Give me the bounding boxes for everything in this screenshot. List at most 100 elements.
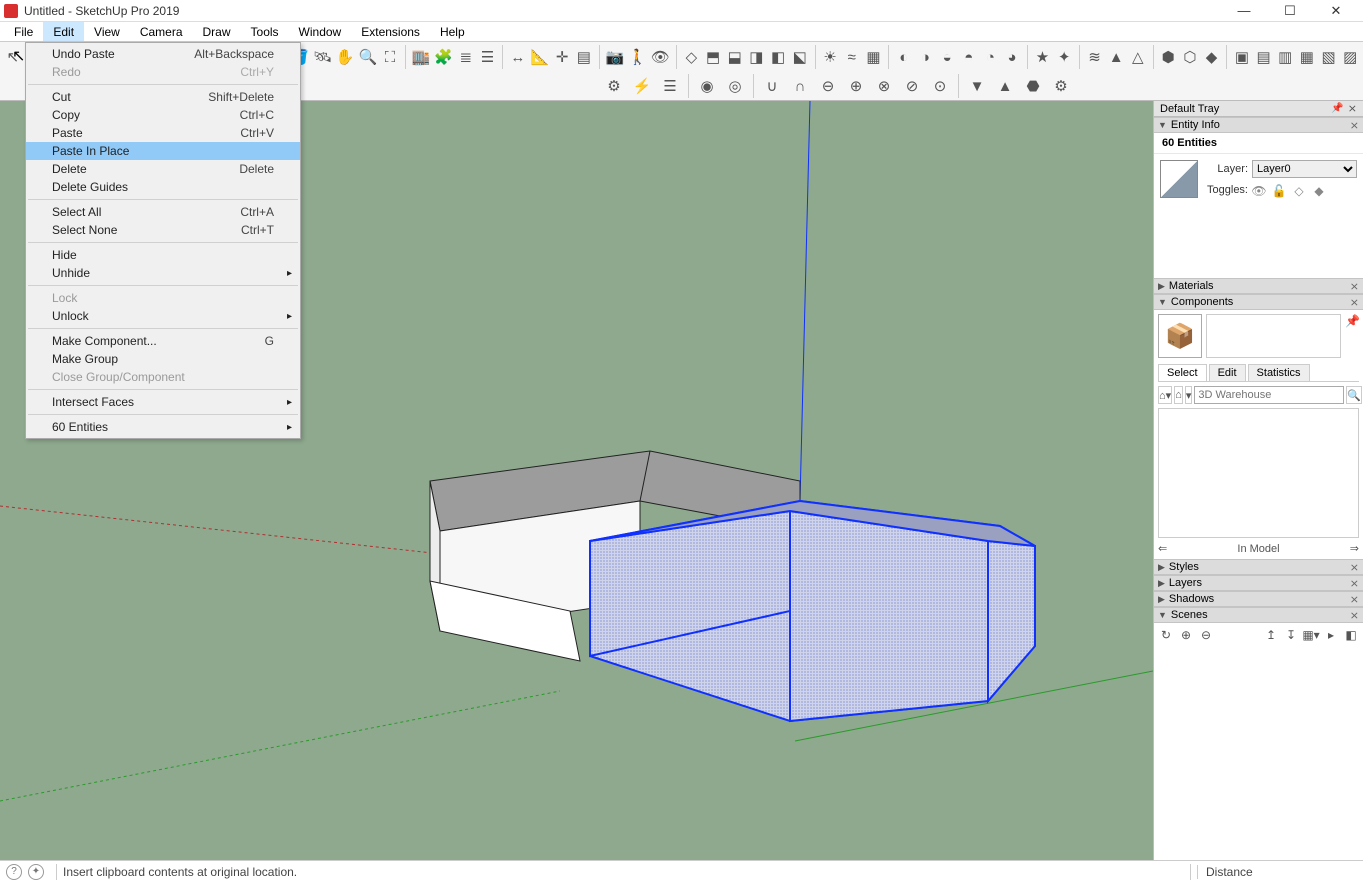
help-icon[interactable]: ? — [6, 864, 22, 880]
toolbar-bool7-icon[interactable]: ⊙ — [927, 73, 953, 99]
panel-close-icon[interactable]: ⨯ — [1350, 119, 1359, 132]
components-list[interactable] — [1158, 408, 1359, 538]
scenes-list[interactable] — [1154, 647, 1363, 860]
toolbar-render1-icon[interactable]: ★ — [1033, 44, 1053, 70]
toolbar-ext3-icon[interactable]: ⬣ — [1020, 73, 1046, 99]
tray-header[interactable]: Default Tray 📌 ⨯ — [1154, 101, 1363, 117]
edit-menu-make-component-[interactable]: Make Component...G — [26, 332, 300, 350]
toolbar-zoom-icon[interactable]: 🔍 — [358, 44, 379, 70]
toolbar-solid-a-icon[interactable]: ◉ — [694, 73, 720, 99]
scene-remove-icon[interactable]: ⊖ — [1198, 627, 1214, 643]
toolbar-bool1-icon[interactable]: ∪ — [759, 73, 785, 99]
toolbar-zoom-extents-icon[interactable]: ⛶ — [380, 44, 400, 70]
menu-help[interactable]: Help — [430, 22, 475, 41]
tab-edit[interactable]: Edit — [1209, 364, 1246, 381]
panel-close-icon[interactable]: ⨯ — [1350, 593, 1359, 606]
menu-camera[interactable]: Camera — [130, 22, 193, 41]
menu-extensions[interactable]: Extensions — [351, 22, 430, 41]
toolbar-bool4-icon[interactable]: ⊕ — [843, 73, 869, 99]
toolbar-dyn2-icon[interactable]: ⚡ — [629, 73, 655, 99]
shadow-cast-icon[interactable]: ◇ — [1292, 184, 1306, 198]
toolbar-views6-icon[interactable]: ▨ — [1340, 44, 1360, 70]
dropdown-icon[interactable]: ▾ — [1185, 386, 1193, 404]
toolbar-protractor-icon[interactable]: 📐 — [530, 44, 551, 70]
toolbar-styles1-icon[interactable]: ◐ — [894, 44, 914, 70]
toolbar-look-icon[interactable]: 👁 — [650, 44, 671, 70]
toolbar-views4-icon[interactable]: ▦ — [1297, 44, 1317, 70]
toolbar-dyn1-icon[interactable]: ⚙ — [601, 73, 627, 99]
geo-icon[interactable]: ✦ — [28, 864, 44, 880]
toolbar-styles6-icon[interactable]: ◕ — [1002, 44, 1022, 70]
panel-layers-header[interactable]: ▶ Layers ⨯ — [1154, 575, 1363, 591]
toolbar-shadows-icon[interactable]: ☀ — [820, 44, 840, 70]
toolbar-dim-icon[interactable]: ↔ — [508, 44, 528, 70]
toolbar-sandbox2-icon[interactable]: ▲ — [1106, 44, 1126, 70]
toolbar-left-icon[interactable]: ⬕ — [790, 44, 810, 70]
toolbar-views5-icon[interactable]: ▧ — [1319, 44, 1339, 70]
edit-menu-copy[interactable]: CopyCtrl+C — [26, 106, 300, 124]
toolbar-iso-icon[interactable]: ◇ — [682, 44, 702, 70]
menu-window[interactable]: Window — [289, 22, 352, 41]
toolbar-layers-icon[interactable]: ≣ — [456, 44, 476, 70]
toolbar-sandbox1-icon[interactable]: ≋ — [1085, 44, 1105, 70]
edit-menu-delete[interactable]: DeleteDelete — [26, 160, 300, 178]
toolbar-axes-icon[interactable]: ✛ — [552, 44, 572, 70]
toolbar-styles5-icon[interactable]: ◔ — [981, 44, 1001, 70]
scene-down-icon[interactable]: ↧ — [1283, 627, 1299, 643]
toolbar-back-icon[interactable]: ◧ — [768, 44, 788, 70]
nav-forward-icon[interactable]: ⇒ — [1350, 542, 1359, 555]
edit-menu-select-all[interactable]: Select AllCtrl+A — [26, 203, 300, 221]
menu-draw[interactable]: Draw — [193, 22, 241, 41]
edit-menu-hide[interactable]: Hide — [26, 246, 300, 264]
scene-up-icon[interactable]: ↥ — [1263, 627, 1279, 643]
panel-entity-info-header[interactable]: ▼ Entity Info ⨯ — [1154, 117, 1363, 133]
edit-menu-undo-paste[interactable]: Undo PasteAlt+Backspace — [26, 45, 300, 63]
anchor-icon[interactable]: 📌 — [1345, 314, 1359, 328]
warehouse-search-input[interactable] — [1194, 386, 1344, 404]
scene-menu-icon[interactable]: ▸ — [1323, 627, 1339, 643]
toolbar-bool3-icon[interactable]: ⊖ — [815, 73, 841, 99]
menu-view[interactable]: View — [84, 22, 130, 41]
tab-select[interactable]: Select — [1158, 364, 1207, 381]
panel-materials-header[interactable]: ▶ Materials ⨯ — [1154, 278, 1363, 294]
scene-add-icon[interactable]: ⊕ — [1178, 627, 1194, 643]
shadow-receive-icon[interactable]: ◆ — [1312, 184, 1326, 198]
toolbar-dyn3-icon[interactable]: ☰ — [657, 73, 683, 99]
toolbar-extensions-icon[interactable]: 🧩 — [433, 44, 454, 70]
toolbar-solid-b-icon[interactable]: ◎ — [722, 73, 748, 99]
toolbar-outliner-icon[interactable]: ☰ — [478, 44, 498, 70]
menu-tools[interactable]: Tools — [241, 22, 289, 41]
edit-menu-paste-in-place[interactable]: Paste In Place — [26, 142, 300, 160]
scene-details-icon[interactable]: ◧ — [1343, 627, 1359, 643]
toolbar-xray-icon[interactable]: ▦ — [864, 44, 884, 70]
edit-menu-60-entities[interactable]: 60 Entities▸ — [26, 418, 300, 436]
component-thumbnail[interactable]: 📦 — [1158, 314, 1202, 358]
panel-components-header[interactable]: ▼ Components ⨯ — [1154, 294, 1363, 310]
panel-close-icon[interactable]: ⨯ — [1350, 296, 1359, 309]
visible-toggle-icon[interactable]: 👁 — [1252, 184, 1266, 198]
toolbar-solid1-icon[interactable]: ⬢ — [1158, 44, 1178, 70]
toolbar-orbit-icon[interactable]: 🛰 — [312, 44, 333, 70]
toolbar-select-icon[interactable]: ↖ — [3, 44, 23, 70]
lock-toggle-icon[interactable]: 🔓 — [1272, 184, 1286, 198]
edit-menu-paste[interactable]: PasteCtrl+V — [26, 124, 300, 142]
edit-menu-cut[interactable]: CutShift+Delete — [26, 88, 300, 106]
toolbar-right-icon[interactable]: ◨ — [747, 44, 767, 70]
pin-icon[interactable]: 📌 — [1331, 103, 1343, 114]
toolbar-render2-icon[interactable]: ✦ — [1054, 44, 1074, 70]
toolbar-styles2-icon[interactable]: ◑ — [916, 44, 936, 70]
scene-update-icon[interactable]: ↻ — [1158, 627, 1174, 643]
toolbar-fog-icon[interactable]: ≈ — [842, 44, 862, 70]
toolbar-bool2-icon[interactable]: ∩ — [787, 73, 813, 99]
menu-file[interactable]: File — [4, 22, 43, 41]
maximize-button[interactable]: ☐ — [1267, 0, 1313, 22]
toolbar-styles3-icon[interactable]: ◒ — [937, 44, 957, 70]
panel-scenes-header[interactable]: ▼ Scenes ⨯ — [1154, 607, 1363, 623]
minimize-button[interactable]: — — [1221, 0, 1267, 22]
panel-close-icon[interactable]: ⨯ — [1350, 577, 1359, 590]
toolbar-sandbox3-icon[interactable]: △ — [1128, 44, 1148, 70]
search-icon[interactable]: 🔍 — [1346, 386, 1362, 404]
edit-menu-intersect-faces[interactable]: Intersect Faces▸ — [26, 393, 300, 411]
toolbar-front-icon[interactable]: ⬓ — [725, 44, 745, 70]
toolbar-views2-icon[interactable]: ▤ — [1254, 44, 1274, 70]
